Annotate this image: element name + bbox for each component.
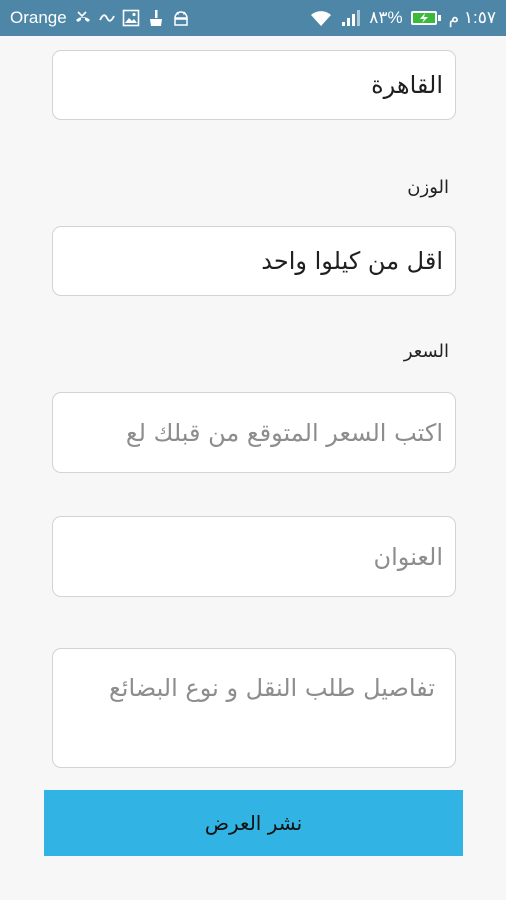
missed-call-icon bbox=[74, 10, 92, 26]
city-field[interactable]: القاهرة bbox=[52, 50, 456, 120]
address-placeholder: العنوان bbox=[373, 542, 444, 571]
carrier-name: Orange bbox=[10, 8, 67, 27]
cleaner-icon bbox=[147, 9, 165, 27]
battery-percent: ٨٣% bbox=[369, 8, 403, 27]
signal-icon bbox=[341, 9, 361, 27]
publish-offer-button[interactable]: نشر العرض bbox=[44, 790, 463, 856]
publish-offer-label: نشر العرض bbox=[204, 811, 303, 835]
price-label: السعر bbox=[403, 341, 449, 362]
weight-label: الوزن bbox=[407, 177, 449, 198]
weight-value: اقل من كيلوا واحد bbox=[261, 247, 443, 275]
details-textarea[interactable]: تفاصيل طلب النقل و نوع البضائع bbox=[52, 648, 456, 768]
clock: ١:٥٧ م bbox=[448, 8, 496, 27]
status-bar: Orange ٨٣% ١:٥٧ م bbox=[0, 0, 506, 36]
status-bar-right: ٨٣% ١:٥٧ م bbox=[309, 0, 496, 36]
android-icon bbox=[172, 10, 190, 26]
battery-charging-icon bbox=[410, 11, 441, 25]
address-input[interactable]: العنوان bbox=[52, 516, 456, 597]
price-placeholder: اكتب السعر المتوقع من قبلك لع bbox=[125, 418, 443, 447]
price-input[interactable]: اكتب السعر المتوقع من قبلك لع bbox=[52, 392, 456, 473]
details-placeholder: تفاصيل طلب النقل و نوع البضائع bbox=[108, 674, 435, 702]
wifi-icon bbox=[309, 9, 333, 27]
voicemail-icon bbox=[98, 12, 115, 24]
image-icon bbox=[122, 9, 140, 27]
status-bar-left: Orange bbox=[10, 0, 190, 36]
city-value: القاهرة bbox=[371, 71, 443, 99]
order-form: القاهرة الوزن اقل من كيلوا واحد السعر اك… bbox=[0, 36, 506, 900]
weight-field[interactable]: اقل من كيلوا واحد bbox=[52, 226, 456, 296]
